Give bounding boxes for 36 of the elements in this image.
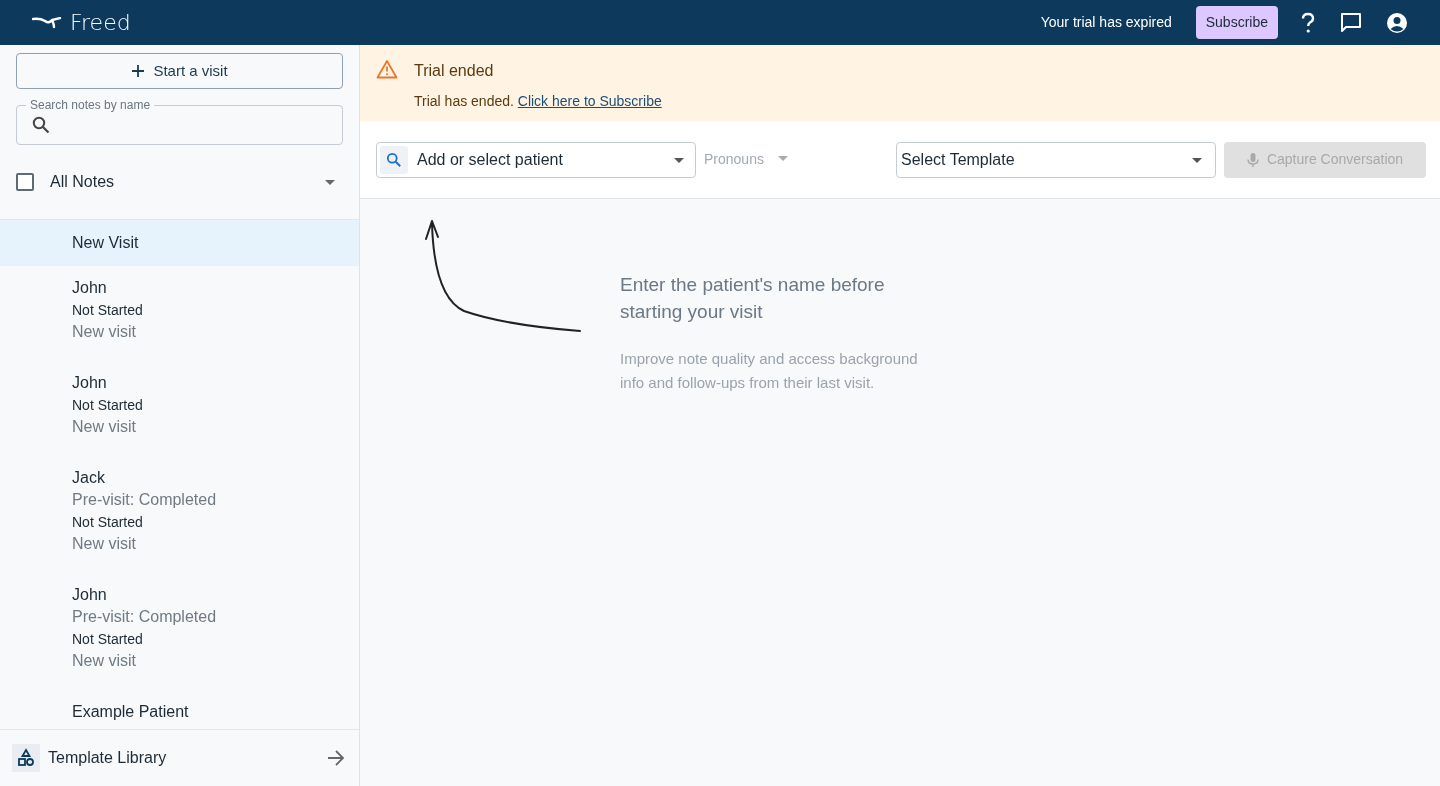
search-icon [32, 116, 50, 134]
caret-icon[interactable] [1192, 157, 1202, 163]
help-icon[interactable] [1300, 11, 1316, 34]
patient-field[interactable]: Add or select patient [376, 141, 696, 178]
note-item[interactable]: John Not Started New visit [0, 266, 359, 361]
empty-state-heading: Enter the patient's name before starting your visit [620, 273, 886, 324]
template-library-link[interactable]: Template Library [48, 746, 167, 770]
search-label: Search notes by name [26, 98, 155, 112]
banner-title: Trial ended [414, 61, 495, 81]
banner-text: Trial has ended. Click here to Subscribe [414, 92, 662, 111]
chat-icon[interactable] [1340, 12, 1362, 33]
checkbox[interactable] [16, 173, 34, 191]
note-item[interactable]: John Not Started New visit [0, 361, 359, 456]
shapes-icon [12, 744, 40, 772]
search-icon [380, 145, 408, 174]
caret-icon[interactable] [325, 179, 335, 185]
account-icon[interactable] [1386, 11, 1408, 34]
microphone-icon [1246, 151, 1259, 168]
note-item[interactable]: John Pre-visit: Completed Not Started New visit [0, 573, 359, 690]
plus-icon [131, 64, 146, 78]
brand-name: Freed [70, 9, 131, 37]
empty-state-text: Improve note quality and access background info and follow-ups from their last visit. [620, 349, 919, 393]
arrow-right-icon[interactable] [327, 750, 345, 766]
note-item[interactable]: Jack Pre-visit: Completed Not Started New visit [0, 456, 359, 573]
start-visit-button[interactable]: Start a visit [16, 53, 343, 89]
logo-icon [32, 16, 62, 29]
caret-icon[interactable] [674, 157, 684, 163]
note-item[interactable]: New Visit [0, 220, 359, 266]
note-item[interactable]: Example Patient [0, 690, 359, 729]
warning-icon [376, 59, 398, 79]
subscribe-link[interactable]: Click here to Subscribe [517, 93, 662, 109]
subscribe-button[interactable]: Subscribe [1195, 6, 1278, 39]
filter-label: All Notes [50, 172, 115, 192]
template-dropdown[interactable]: Select Template [896, 141, 1216, 178]
pronouns-field[interactable]: Pronouns [704, 149, 794, 170]
trial-message: Your trial has expired [1040, 13, 1172, 32]
